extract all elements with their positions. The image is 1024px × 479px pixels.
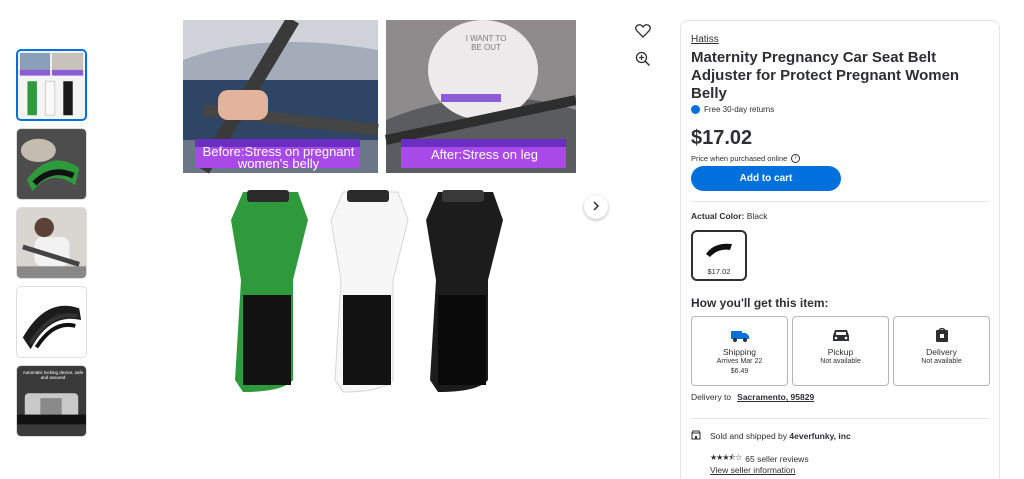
product-title: Maternity Pregnancy Car Seat Belt Adjust… — [691, 49, 960, 102]
fulfillment-heading: How you'll get this item: — [691, 296, 829, 310]
info-icon[interactable]: i — [791, 154, 801, 163]
seller-reviews-link[interactable]: 65 seller reviews — [745, 454, 808, 464]
belly-shirt-text: I WANT TO BE OUT — [465, 34, 507, 52]
price: $17.02 — [691, 127, 753, 149]
store-icon — [691, 430, 701, 442]
delivery-location: Delivery to Sacramento, 95829 — [691, 392, 814, 402]
add-to-cart-button[interactable]: Add to cart — [691, 166, 841, 191]
color-swatch-black[interactable]: $17.02 — [691, 230, 747, 281]
shipping-cost: $6.49 — [730, 367, 749, 375]
shipping-title: Shipping — [722, 347, 757, 357]
thumbnail-5[interactable]: Automatic locking device, safe and assur… — [16, 365, 87, 437]
delivery-label: Delivery to — [691, 392, 732, 402]
thumbnail-1[interactable] — [16, 49, 87, 121]
thumbnail-3[interactable] — [16, 207, 87, 279]
divider — [691, 201, 989, 202]
fulfillment-pickup[interactable]: Pickup Not available — [792, 316, 889, 386]
bag-icon — [936, 327, 948, 342]
delivery-title: Delivery — [926, 347, 957, 357]
swatch-price: $17.02 — [707, 267, 731, 276]
chevron-right-icon — [591, 198, 601, 216]
sold-by-text: Sold and shipped by — [710, 431, 788, 441]
returns-text: Free 30-day returns — [704, 105, 775, 114]
shipping-arrival: Arrives Mar 22 — [716, 358, 763, 365]
thumbnail-strip: Automatic locking device, safe and assur… — [16, 49, 88, 444]
next-image-button[interactable] — [584, 195, 608, 219]
color-value: Black — [746, 211, 768, 221]
price-note: Price when purchased online i — [691, 154, 801, 163]
star-rating-icon: ★★★⯪☆ — [710, 453, 742, 462]
shipping-details: Arrives Mar 22 $6.49 — [692, 357, 787, 376]
delivery-location-link[interactable]: Sacramento, 95829 — [737, 392, 814, 402]
zoom-in-icon — [635, 51, 651, 72]
caption-before: Before:Stress on pregnant women's belly — [202, 144, 355, 171]
returns-info: Free 30-day returns — [691, 105, 774, 114]
thumbnail-5-caption: Automatic locking device, safe and assur… — [22, 370, 84, 380]
view-seller-info-link[interactable]: View seller information — [710, 465, 795, 475]
heart-icon — [635, 23, 651, 43]
fulfillment-delivery[interactable]: Delivery Not available — [893, 316, 990, 386]
seller-rating: ★★★⯪☆ 65 seller reviews — [710, 452, 809, 466]
returns-icon — [691, 105, 700, 114]
fulfillment-shipping[interactable]: Shipping Arrives Mar 22 $6.49 — [691, 316, 788, 386]
swatch-image — [706, 243, 732, 257]
price-note-text: Price when purchased online — [691, 154, 788, 163]
thumbnail-4[interactable] — [16, 286, 87, 358]
product-info-panel: Hatiss Maternity Pregnancy Car Seat Belt… — [680, 20, 1000, 479]
brand-link[interactable]: Hatiss — [691, 34, 719, 45]
caption-after: After:Stress on leg — [431, 147, 538, 162]
pickup-title: Pickup — [827, 347, 854, 357]
car-icon — [833, 330, 849, 341]
seller-name: 4everfunky, inc — [789, 431, 851, 441]
truck-icon — [731, 331, 749, 342]
color-label-key: Actual Color: — [691, 211, 745, 221]
seller-info: Sold and shipped by 4everfunky, inc — [691, 430, 851, 442]
zoom-button[interactable] — [630, 48, 656, 74]
divider — [691, 418, 989, 419]
pickup-status: Not available — [820, 358, 861, 365]
delivery-status: Not available — [921, 358, 962, 365]
thumbnail-2[interactable] — [16, 128, 87, 200]
favorite-button[interactable] — [630, 20, 656, 46]
main-product-image[interactable]: Before:Stress on pregnant women's belly … — [183, 20, 576, 420]
color-label: Actual Color: Black — [691, 211, 768, 221]
